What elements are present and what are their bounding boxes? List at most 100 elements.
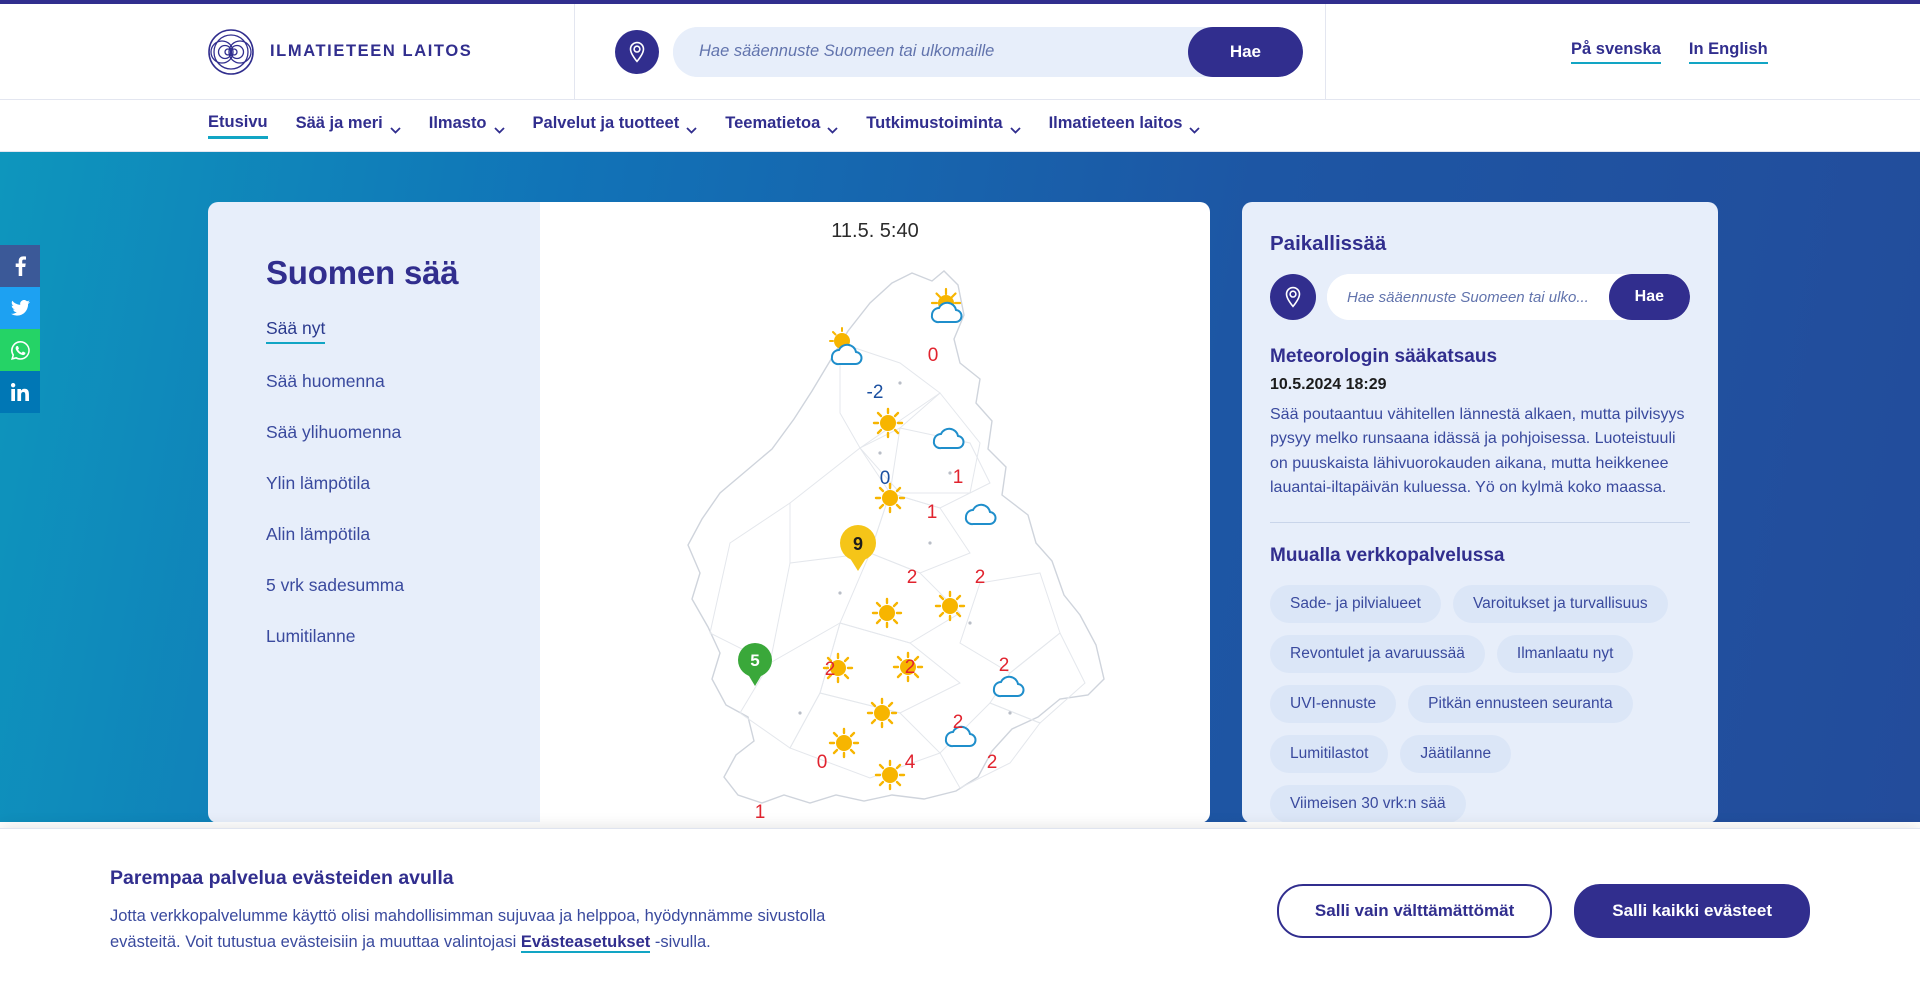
sun-icon xyxy=(873,599,901,627)
sun-icon xyxy=(936,592,964,620)
map-temperature-label: 2 xyxy=(905,657,916,678)
map-temperature-label: 2 xyxy=(999,655,1010,676)
nav-item-palvelut-ja-tuotteet[interactable]: Palvelut ja tuotteet xyxy=(533,114,698,137)
map-temperature-label: 2 xyxy=(953,712,964,733)
link-chip-uvi-ennuste[interactable]: UVI-ennuste xyxy=(1270,685,1396,723)
local-search-field-group: Hae xyxy=(1327,274,1690,320)
cookie-text-block: Parempaa palvelua evästeiden avulla Jott… xyxy=(110,867,870,955)
map-canvas[interactable]: 0 -2 0 1 1 2 2 2 2 2 2 2 0 4 1 xyxy=(540,243,1210,818)
paikallissaa-card: Paikallissää Hae Meteorologin sääkatsaus xyxy=(1242,202,1718,822)
link-chip-jaatilanne[interactable]: Jäätilanne xyxy=(1400,735,1511,773)
map-temperature-label: 4 xyxy=(905,752,916,773)
forecast-timestamp: 10.5.2024 18:29 xyxy=(1270,376,1690,394)
header-divider xyxy=(574,4,575,100)
map-temperature-label: -2 xyxy=(867,382,884,403)
header-divider-2 xyxy=(1325,4,1326,100)
link-chip-ilmanlaatu-nyt[interactable]: Ilmanlaatu nyt xyxy=(1497,635,1634,673)
local-weather-title: Paikallissää xyxy=(1270,232,1690,256)
chevron-down-icon xyxy=(1189,120,1200,127)
menu-item-saa-huomenna[interactable]: Sää huomenna xyxy=(266,371,385,395)
sun-icon xyxy=(830,729,858,757)
header-search: Hae xyxy=(615,27,1303,77)
nav-label: Ilmatieteen laitos xyxy=(1049,114,1183,133)
link-chip-varoitukset-ja-turvallisuus[interactable]: Varoitukset ja turvallisuus xyxy=(1453,585,1668,623)
nav-item-etusivu[interactable]: Etusivu xyxy=(208,113,268,139)
menu-item-saa-nyt[interactable]: Sää nyt xyxy=(266,318,325,344)
map-temperature-label: 1 xyxy=(755,802,766,818)
cookie-body-part1: Jotta verkkopalvelumme käyttö olisi mahd… xyxy=(110,907,825,951)
site-logo[interactable]: ILMATIETEEN LAITOS xyxy=(208,29,568,75)
menu-item-alin-lampotila[interactable]: Alin lämpötila xyxy=(266,524,370,548)
menu-item-5-vrk-sadesumma[interactable]: 5 vrk sadesumma xyxy=(266,575,404,599)
share-whatsapp-icon[interactable] xyxy=(0,329,40,371)
location-pin-icon-button[interactable] xyxy=(1270,274,1316,320)
other-services-title: Muualla verkkopalvelussa xyxy=(1270,545,1690,567)
link-chip-sade-ja-pilvialueet[interactable]: Sade- ja pilvialueet xyxy=(1270,585,1441,623)
nav-label: Ilmasto xyxy=(429,114,487,133)
sun-icon xyxy=(868,699,896,727)
language-links: På svenska In English xyxy=(1571,40,1768,64)
map-temperature-label: 1 xyxy=(927,502,938,523)
nav-label: Teematietoa xyxy=(725,114,820,133)
hero-section: Suomen sää Sää nyt Sää huomenna Sää ylih… xyxy=(0,152,1920,822)
location-pin-icon-button[interactable] xyxy=(615,30,659,74)
cookie-settings-link[interactable]: Evästeasetukset xyxy=(521,933,650,953)
map-temperature-label: 2 xyxy=(987,752,998,773)
logo-text: ILMATIETEEN LAITOS xyxy=(270,42,472,61)
share-twitter-icon[interactable] xyxy=(0,287,40,329)
menu-item-saa-ylihuomenna[interactable]: Sää ylihuomenna xyxy=(266,422,401,446)
link-chip-revontulet-ja-avaruussaa[interactable]: Revontulet ja avaruussää xyxy=(1270,635,1485,673)
nav-item-saa-ja-meri[interactable]: Sää ja meri xyxy=(296,114,401,137)
hero-content: Suomen sää Sää nyt Sää huomenna Sää ylih… xyxy=(208,202,1718,822)
allow-all-cookies-button[interactable]: Salli kaikki evästeet xyxy=(1574,884,1810,938)
nav-label: Sää ja meri xyxy=(296,114,383,133)
lang-link-english[interactable]: In English xyxy=(1689,40,1768,64)
local-search-input[interactable] xyxy=(1327,274,1609,320)
chevron-down-icon xyxy=(827,120,838,127)
main-navigation: Etusivu Sää ja meri Ilmasto Palvelut ja … xyxy=(0,100,1920,152)
lang-link-swedish[interactable]: På svenska xyxy=(1571,40,1661,64)
finland-map-svg: 0 -2 0 1 1 2 2 2 2 2 2 2 0 4 1 xyxy=(540,243,1210,818)
chevron-down-icon xyxy=(494,120,505,127)
nav-item-tutkimustoiminta[interactable]: Tutkimustoiminta xyxy=(866,114,1020,137)
forecast-body: Sää poutaantuu vähitellen lännestä alkae… xyxy=(1270,403,1690,500)
page-title: Suomen sää xyxy=(266,254,540,292)
nav-label: Etusivu xyxy=(208,113,268,132)
local-search-submit-button[interactable]: Hae xyxy=(1609,274,1690,320)
link-chip-viimeisen-30-vrkn-saa[interactable]: Viimeisen 30 vrk:n sää xyxy=(1270,785,1466,822)
other-services-links: Sade- ja pilvialueet Varoitukset ja turv… xyxy=(1270,585,1690,822)
map-temperature-label: 0 xyxy=(928,345,939,366)
map-temperature-label: 2 xyxy=(825,659,836,680)
cookie-body: Jotta verkkopalvelumme käyttö olisi mahd… xyxy=(110,904,870,955)
svg-text:9: 9 xyxy=(853,534,863,554)
menu-item-ylin-lampotila[interactable]: Ylin lämpötila xyxy=(266,473,370,497)
map-temperature-label: 0 xyxy=(817,752,828,773)
search-field-group: Hae xyxy=(673,27,1303,77)
page-root: ILMATIETEEN LAITOS Hae På svenska In Eng… xyxy=(0,0,1920,993)
chevron-down-icon xyxy=(1010,120,1021,127)
site-header: ILMATIETEEN LAITOS Hae På svenska In Eng… xyxy=(0,4,1920,100)
sun-icon xyxy=(876,761,904,789)
section-divider xyxy=(1270,522,1690,523)
nav-item-ilmasto[interactable]: Ilmasto xyxy=(429,114,505,137)
cookie-consent-banner: Parempaa palvelua evästeiden avulla Jott… xyxy=(0,828,1920,993)
suomen-saa-card: Suomen sää Sää nyt Sää huomenna Sää ylih… xyxy=(208,202,540,822)
nav-items: Etusivu Sää ja meri Ilmasto Palvelut ja … xyxy=(208,113,1200,139)
svg-text:5: 5 xyxy=(750,651,759,670)
nav-item-ilmatieteen-laitos[interactable]: Ilmatieteen laitos xyxy=(1049,114,1201,137)
share-facebook-icon[interactable] xyxy=(0,245,40,287)
link-chip-pitkan-ennusteen-seuranta[interactable]: Pitkän ennusteen seuranta xyxy=(1408,685,1632,723)
map-temperature-label: 2 xyxy=(975,567,986,588)
search-input[interactable] xyxy=(673,27,1188,77)
cookie-title: Parempaa palvelua evästeiden avulla xyxy=(110,867,870,890)
allow-essential-cookies-button[interactable]: Salli vain välttämättömät xyxy=(1277,884,1552,938)
concentric-circles-logo-icon xyxy=(208,29,254,75)
menu-item-lumitilanne[interactable]: Lumitilanne xyxy=(266,626,356,650)
share-linkedin-icon[interactable] xyxy=(0,371,40,413)
search-submit-button[interactable]: Hae xyxy=(1188,27,1303,77)
chevron-down-icon xyxy=(390,120,401,127)
link-chip-lumitilastot[interactable]: Lumitilastot xyxy=(1270,735,1388,773)
map-timestamp: 11.5. 5:40 xyxy=(540,202,1210,243)
map-temperature-label: 1 xyxy=(953,467,964,488)
nav-item-teematietoa[interactable]: Teematietoa xyxy=(725,114,838,137)
